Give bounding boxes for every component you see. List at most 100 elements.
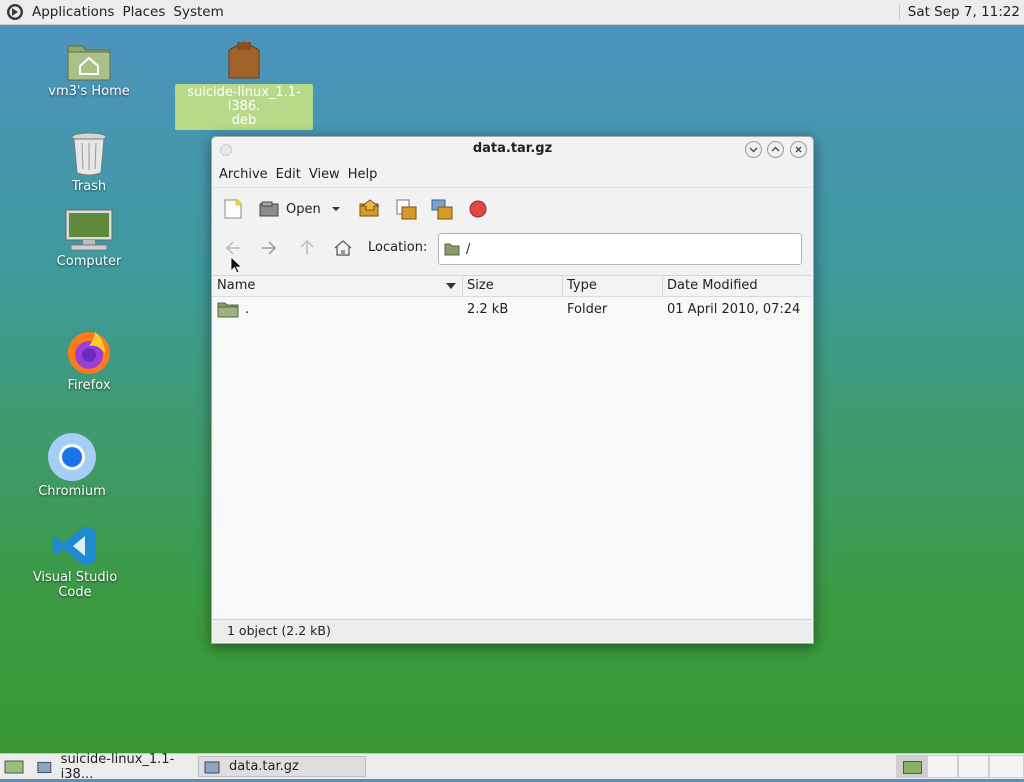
desktop-icon-label: Computer: [56, 254, 122, 269]
close-icon: [795, 146, 802, 153]
column-modified[interactable]: Date Modified: [663, 276, 811, 296]
archive-icon: [204, 761, 220, 773]
workspace-1[interactable]: [896, 755, 927, 778]
location-bar: Location: /: [212, 228, 813, 268]
menu-edit[interactable]: Edit: [272, 167, 305, 182]
applications-menu[interactable]: Applications: [28, 4, 118, 20]
open-archive-icon: [259, 201, 279, 217]
computer-icon: [65, 209, 113, 251]
folder-icon: [217, 302, 239, 318]
desktop-icon-trash[interactable]: Trash: [34, 131, 144, 194]
add-folder-icon: [431, 199, 453, 220]
vscode-icon: [53, 526, 96, 566]
stop-icon: [469, 200, 487, 218]
package-icon: [228, 41, 260, 79]
up-button[interactable]: [294, 236, 320, 260]
location-value: /: [466, 241, 471, 257]
desktop-icon-computer[interactable]: Computer: [34, 208, 144, 269]
clock[interactable]: Sat Sep 7, 11:22: [898, 4, 1020, 20]
desktop-icon-label: Chromium: [38, 484, 106, 499]
column-type[interactable]: Type: [563, 276, 663, 296]
desktop-icon-label-line1: suicide-linux_1.1-i386.: [187, 85, 301, 114]
file-list-header: Name Size Type Date Modified: [213, 276, 811, 297]
show-desktop-button[interactable]: [0, 756, 30, 777]
desktop-icon-deb-file[interactable]: suicide-linux_1.1-i386. deb: [175, 40, 313, 130]
home-button[interactable]: [330, 236, 356, 260]
forward-button[interactable]: [256, 236, 282, 260]
column-size[interactable]: Size: [463, 276, 563, 296]
desktop-icon-chromium[interactable]: Chromium: [17, 432, 127, 499]
desktop-icon-label: Firefox: [67, 378, 111, 393]
taskbar-item-archive[interactable]: data.tar.gz: [198, 756, 366, 777]
show-desktop-icon: [4, 760, 24, 773]
menubar: Archive Edit View Help: [212, 161, 813, 187]
add-files-button[interactable]: [394, 197, 418, 221]
chevron-up-icon: [771, 146, 780, 152]
open-button-label: Open: [286, 201, 321, 217]
distro-logo-icon[interactable]: [6, 3, 24, 21]
file-list: Name Size Type Date Modified . 2.2 kB Fo…: [213, 275, 811, 618]
minimize-button[interactable]: [745, 141, 762, 158]
desktop-icon-label: Visual Studio Code: [32, 570, 118, 600]
firefox-icon: [68, 332, 110, 374]
archive-manager-window: data.tar.gz Archive Edit View Help Open: [211, 136, 814, 644]
trash-icon: [71, 132, 107, 176]
column-name[interactable]: Name: [213, 276, 463, 296]
chevron-down-icon: [749, 147, 758, 153]
home-icon: [334, 240, 352, 256]
location-label: Location:: [368, 240, 428, 255]
cell-name-text: .: [245, 301, 250, 317]
taskbar-item-deb[interactable]: suicide-linux_1.1-i38...: [32, 752, 196, 782]
open-button[interactable]: Open: [258, 197, 321, 221]
desktop-icon-firefox[interactable]: Firefox: [34, 328, 144, 393]
add-files-icon: [396, 199, 417, 220]
cell-name: .: [213, 300, 463, 318]
extract-icon: [359, 199, 380, 217]
desktop-icon-label-line2: deb: [231, 113, 257, 128]
folder-icon: [444, 243, 460, 256]
location-field[interactable]: /: [438, 233, 802, 265]
cell-size: 2.2 kB: [467, 301, 509, 317]
chromium-icon: [48, 433, 96, 481]
taskbar-item-label: data.tar.gz: [229, 759, 299, 774]
menu-view[interactable]: View: [305, 167, 344, 182]
menu-archive[interactable]: Archive: [215, 167, 272, 182]
extract-button[interactable]: [358, 197, 382, 221]
desktop-icon-vscode[interactable]: Visual Studio Code: [20, 524, 130, 600]
system-menu[interactable]: System: [169, 4, 227, 20]
add-folder-button[interactable]: [430, 197, 454, 221]
home-folder-icon: [67, 45, 111, 81]
stop-button[interactable]: [468, 197, 488, 221]
bottom-taskbar: suicide-linux_1.1-i38... data.tar.gz: [0, 752, 1024, 782]
desktop-icon-label: Trash: [71, 179, 107, 194]
workspace-3[interactable]: [958, 755, 989, 778]
forward-arrow-icon: [262, 241, 277, 255]
workspace-4[interactable]: [989, 755, 1024, 778]
desktop-icon-home[interactable]: vm3's Home: [34, 40, 144, 99]
menu-help[interactable]: Help: [344, 167, 382, 182]
status-bar: 1 object (2.2 kB): [213, 619, 811, 641]
top-panel: Applications Places System Sat Sep 7, 11…: [0, 0, 1024, 25]
window-titlebar[interactable]: data.tar.gz: [212, 137, 813, 161]
window-menu-dot[interactable]: [220, 144, 232, 156]
up-arrow-icon: [300, 239, 314, 255]
places-menu[interactable]: Places: [118, 4, 169, 20]
back-arrow-icon: [225, 241, 240, 255]
workspace-2[interactable]: [927, 755, 958, 778]
mouse-pointer-icon: [230, 256, 242, 274]
taskbar-item-label: suicide-linux_1.1-i38...: [60, 751, 175, 782]
workspace-window-thumb: [903, 761, 922, 774]
table-row[interactable]: . 2.2 kB Folder 01 April 2010, 07:24: [213, 298, 811, 320]
toolbar: Open: [212, 187, 813, 228]
package-manager-icon: [37, 761, 52, 773]
cell-modified: 01 April 2010, 07:24: [667, 301, 801, 317]
new-archive-button[interactable]: [222, 197, 244, 221]
dropdown-arrow-icon: [332, 207, 340, 211]
close-button[interactable]: [790, 141, 807, 158]
maximize-button[interactable]: [767, 141, 784, 158]
selected-label-box: suicide-linux_1.1-i386. deb: [175, 84, 313, 130]
column-name-label: Name: [217, 278, 256, 293]
open-dropdown-button[interactable]: [330, 197, 342, 221]
window-title: data.tar.gz: [472, 141, 553, 156]
sort-arrow-icon: [446, 283, 456, 289]
